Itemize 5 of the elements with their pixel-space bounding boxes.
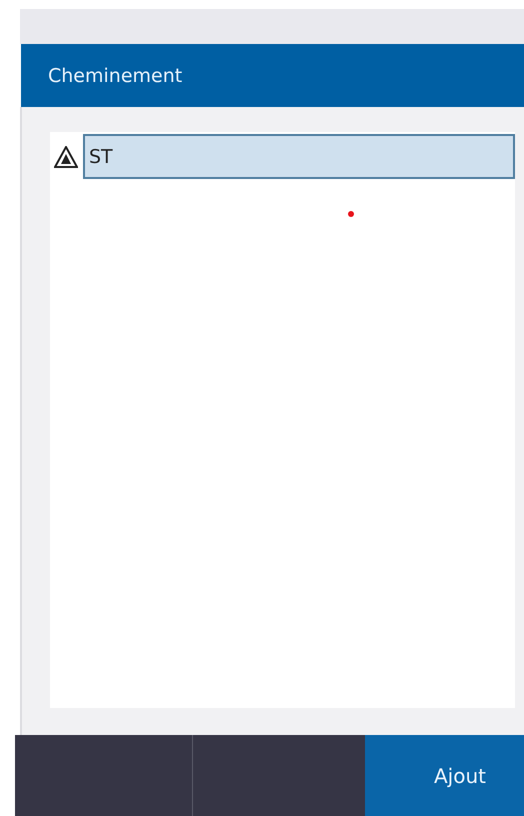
entry-field[interactable]: ST: [83, 134, 515, 179]
add-button[interactable]: Ajout: [365, 735, 524, 816]
pointer-dot: [348, 211, 354, 217]
panel-title: Cheminement: [48, 64, 182, 86]
warning-icon: [54, 146, 78, 168]
